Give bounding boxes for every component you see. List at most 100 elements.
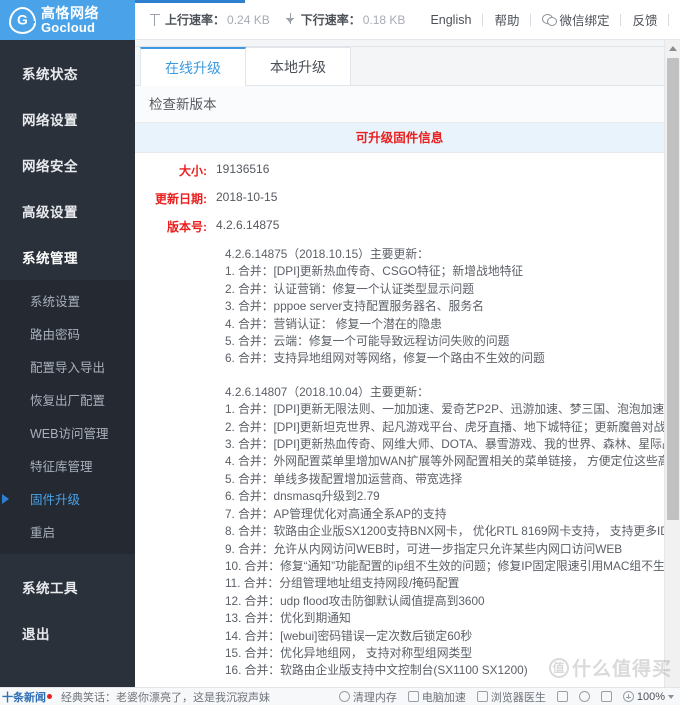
zoom-in-icon: [622, 691, 634, 702]
changelog-line: 5. 合并：云端：修复一个可能导致远程访问失败的问题: [225, 334, 510, 349]
info-row-version: 版本号: 4.2.6.14875: [135, 218, 664, 235]
cloud-g-logo-icon: [9, 6, 36, 34]
loading-progress-bar: [135, 0, 245, 3]
changelog-line: 3. 合并：pppoe server支持配置服务器名、服务名: [225, 299, 484, 314]
sidebar-item-exit[interactable]: 退出: [0, 610, 135, 656]
changelog-block: 4.2.6.14807（2018.10.04）主要更新： 1. 合并：[DPI]…: [225, 384, 664, 680]
download-speed: 下行速率： 0.18 KB: [284, 11, 406, 28]
vertical-scrollbar[interactable]: [664, 40, 680, 705]
changelog-line: 5. 合并：单线多拨配置增加运营商、带宽选择: [225, 471, 463, 486]
sidebar-item-network-settings[interactable]: 网络设置: [0, 96, 135, 142]
sidebar-item-system-status[interactable]: 系统状态: [0, 50, 135, 96]
wechat-icon: [542, 14, 558, 26]
sidebar-item-system-tools[interactable]: 系统工具: [0, 564, 135, 610]
changelog-line: 11. 合并：分组管理地址组支持网段/掩码配置: [225, 576, 460, 591]
sidebar-item-system-settings[interactable]: 系统设置: [0, 284, 135, 317]
changelog-line: 3. 合并：[DPI]更新热血传奇、网维大师、DOTA、暴雪游戏、我的世界、森林…: [225, 437, 664, 452]
pc-accelerate-icon: [407, 691, 419, 702]
tab-online-upgrade[interactable]: 在线升级: [140, 47, 246, 86]
browser-doctor-button[interactable]: 浏览器医生: [476, 689, 546, 705]
browser-page: 高恪网络 Gocloud 上行速率： 0.24 KB 下行速率： 0.18 KB…: [0, 0, 680, 705]
window-mode-button[interactable]: [600, 691, 612, 702]
sidebar-item-system-management[interactable]: 系统管理: [0, 234, 135, 280]
link-feedback[interactable]: 反馈: [621, 10, 668, 29]
clean-memory-button[interactable]: 清理内存: [338, 689, 397, 705]
changelog-line: 7. 合并：AP管理优化对高通全系AP的支持: [225, 506, 447, 521]
download-speed-label: 下行速率：: [300, 13, 361, 27]
main-content: 在线升级 本地升级 检查新版本 可升级固件信息 大小: 19136516 更新日…: [135, 40, 680, 705]
changelog-line: 10. 合并：修复“通知”功能配置的ip组不生效的问题；修复IP固定限速引用MA…: [225, 558, 664, 573]
status-news-text[interactable]: 经典笑话：老婆你漂亮了，这是我沉寂声妹: [61, 689, 270, 705]
changelog-line: 6. 合并：支持异地组网对等网络，修复一个路由不生效的问题: [225, 351, 545, 366]
info-value-version: 4.2.6.14875: [216, 218, 280, 232]
scrollbar-thumb[interactable]: [667, 58, 679, 520]
sidebar-item-advanced-settings[interactable]: 高级设置: [0, 188, 135, 234]
browser-doctor-label: 浏览器医生: [490, 691, 546, 704]
clean-memory-label: 清理内存: [352, 691, 397, 704]
window-icon: [600, 691, 612, 702]
link-logout[interactable]: 退出: [669, 10, 680, 29]
sidebar-item-factory-reset[interactable]: 恢复出厂配置: [0, 383, 135, 416]
brand-logo[interactable]: 高恪网络 Gocloud: [0, 0, 135, 40]
brand-text: 高恪网络 Gocloud: [41, 6, 99, 34]
arrow-down-icon: [284, 12, 297, 27]
sidebar-item-signature-db-management[interactable]: 特征库管理: [0, 449, 135, 482]
sidebar-item-router-password[interactable]: 路由密码: [0, 317, 135, 350]
zoom-level: 100%: [636, 690, 665, 703]
chevron-up-icon: [669, 45, 677, 51]
link-wechat-bind[interactable]: 微信绑定: [531, 10, 620, 29]
upload-speed: 上行速率： 0.24 KB: [148, 11, 270, 28]
changelog-line: 4. 合并：外网配置菜单里增加WAN扩展等外网配置相关的菜单链接， 方便定位这些…: [225, 454, 664, 469]
top-bar-right: 上行速率： 0.24 KB 下行速率： 0.18 KB English 帮助 微…: [135, 0, 680, 39]
changelog-line: 2. 合并：[DPI]更新坦克世界、起凡游戏平台、虎牙直播、地下城特征；更新魔兽…: [225, 419, 664, 434]
clean-memory-icon: [338, 691, 350, 702]
firmware-info-table: 大小: 19136516 更新日期: 2018-10-15 版本号: 4.2.6…: [135, 153, 664, 235]
browser-status-bar: 十条新闻 经典笑话：老婆你漂亮了，这是我沉寂声妹 清理内存 电脑加速 浏览器医生: [0, 687, 680, 705]
tabs-top-strip: [135, 40, 664, 47]
changelog-line: 9. 合并：允许从内网访问WEB时，可进一步指定只允许某些内网口访问WEB: [225, 541, 623, 556]
info-row-size: 大小: 19136516: [135, 162, 664, 179]
upload-speed-label: 上行速率：: [165, 13, 226, 27]
changelog-line: 16. 合并：软路由企业版支持中文控制台(SX1100 SX1200): [225, 663, 528, 678]
screenshot-icon: [556, 691, 568, 702]
tab-bar: 在线升级 本地升级: [135, 47, 664, 86]
sidebar: 系统状态 网络设置 网络安全 高级设置 系统管理 系统设置 路由密码 配置导入导…: [0, 40, 135, 705]
changelog-line: 4. 合并：营销认证： 修复一个潜在的隐患: [225, 316, 442, 331]
changelog-line: 1. 合并：[DPI]更新无限法则、一加加速、爱奇艺P2P、迅游加速、梦三国、泡…: [225, 402, 664, 417]
changelog-line: 12. 合并：udp flood攻击防御默认阈值提高到3600: [225, 593, 485, 608]
changelog-version-heading: 4.2.6.14875（2018.10.15）主要更新：: [225, 247, 429, 261]
changelog-line: 8. 合并：软路由企业版SX1200支持BNX网卡， 优化RTL 8169网卡支…: [225, 524, 664, 539]
changelog-line: 1. 合并：[DPI]更新热血传奇、CSGO特征；新增战地特征: [225, 264, 524, 279]
sidebar-item-config-import-export[interactable]: 配置导入导出: [0, 350, 135, 383]
info-label-size: 大小:: [179, 164, 207, 178]
scroll-up-button[interactable]: [665, 40, 680, 56]
pc-accelerate-label: 电脑加速: [421, 691, 466, 704]
info-label-update-date: 更新日期:: [155, 192, 207, 206]
sidebar-item-firmware-upgrade[interactable]: 固件升级: [0, 482, 135, 515]
info-value-update-date: 2018-10-15: [216, 190, 278, 204]
zoom-control[interactable]: 100%: [622, 690, 674, 703]
brand-name-cn: 高恪网络: [41, 5, 99, 21]
changelog-line: 2. 合并：认证营销：修复一个认证类型显示问题: [225, 281, 475, 296]
brand-name-en: Gocloud: [41, 20, 96, 35]
link-help[interactable]: 帮助: [483, 10, 530, 29]
status-news-tab[interactable]: 十条新闻: [0, 689, 46, 705]
volume-button[interactable]: [578, 691, 590, 702]
sidebar-item-web-access-management[interactable]: WEB访问管理: [0, 416, 135, 449]
upgradable-firmware-banner: 可升级固件信息: [135, 123, 664, 153]
info-row-update-date: 更新日期: 2018-10-15: [135, 190, 664, 207]
browser-doctor-icon: [476, 691, 488, 702]
pc-accelerate-button[interactable]: 电脑加速: [407, 689, 466, 705]
sidebar-footer-nav: 系统工具 退出: [0, 554, 135, 656]
link-wechat-bind-label: 微信绑定: [559, 14, 610, 28]
sidebar-item-reboot[interactable]: 重启: [0, 515, 135, 548]
download-speed-value: 0.18 KB: [362, 12, 406, 27]
link-english[interactable]: English: [419, 13, 482, 27]
speaker-icon: [578, 691, 590, 702]
sidebar-item-network-security[interactable]: 网络安全: [0, 142, 135, 188]
top-bar-links: English 帮助 微信绑定 反馈 退出: [419, 10, 680, 29]
screenshot-button[interactable]: [556, 691, 568, 702]
changelog-line: 15. 合并：优化异地组网， 支持对称型组网类型: [225, 645, 473, 660]
tab-local-upgrade[interactable]: 本地升级: [245, 47, 351, 85]
info-label-version: 版本号:: [167, 220, 207, 234]
